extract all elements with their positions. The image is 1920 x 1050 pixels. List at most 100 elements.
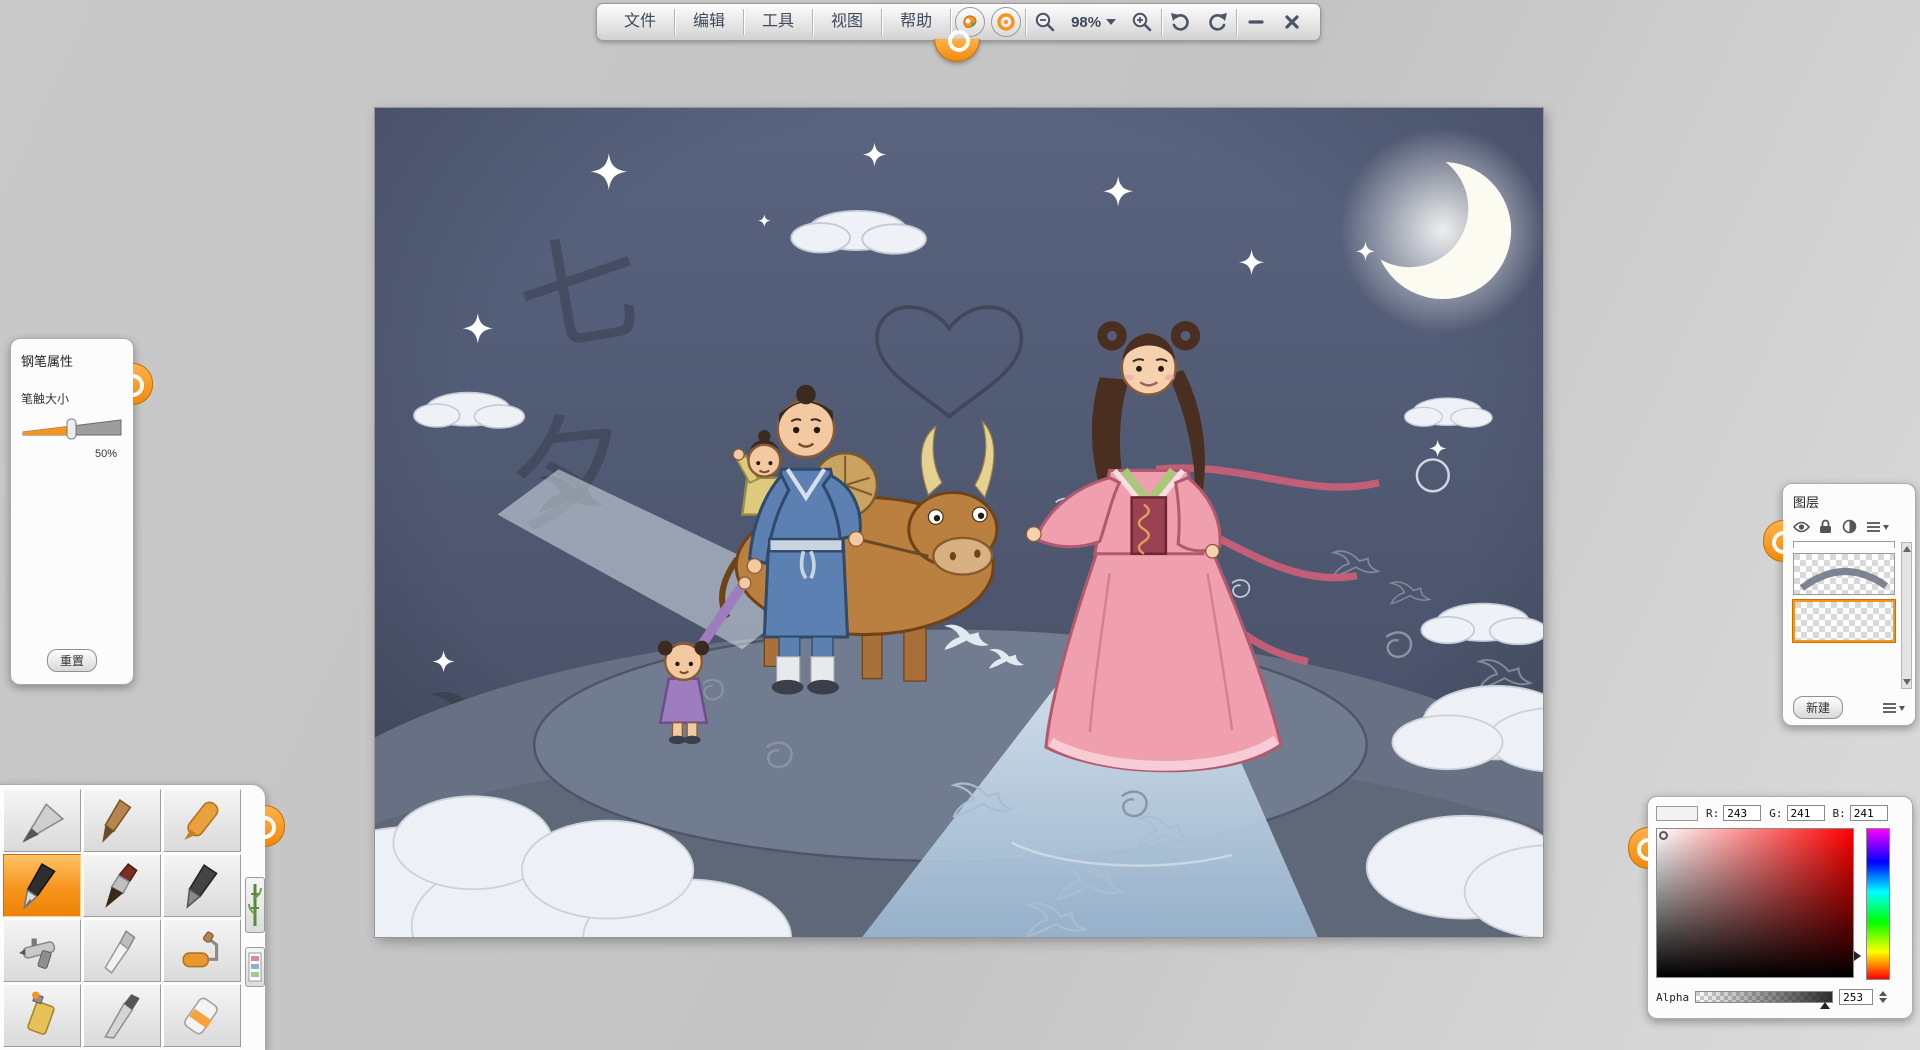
eraser-icon	[184, 997, 218, 1034]
paper-presets-button[interactable]	[245, 947, 265, 987]
chevron-down-icon	[1106, 19, 1117, 25]
ink-pen-icon	[23, 862, 56, 910]
tool-paint-roller[interactable]	[163, 919, 241, 982]
green-label: G:	[1769, 806, 1783, 820]
tool-eraser[interactable]	[163, 984, 241, 1047]
alpha-marker-icon	[1820, 1002, 1831, 1009]
painting-canvas[interactable]: 七 夕	[375, 108, 1543, 937]
palette-pod-icon	[963, 15, 977, 28]
new-layer-button[interactable]: 新建	[1793, 696, 1844, 719]
tool-palette-knife[interactable]	[83, 919, 161, 982]
alpha-label: Alpha	[1656, 990, 1690, 1004]
saturation-value-picker[interactable]	[1656, 828, 1861, 978]
minimize-button[interactable]	[1238, 6, 1274, 38]
palette-knife-icon	[104, 929, 136, 974]
color-picker-panel: R: G: B: Alpha	[1628, 796, 1913, 1019]
tool-crayon[interactable]	[163, 789, 241, 852]
airbrush-icon	[19, 938, 56, 969]
tools-panel-pod-handle[interactable]	[265, 805, 285, 847]
brush-size-slider[interactable]	[21, 415, 123, 441]
pen-panel-title: 钢笔属性	[21, 354, 74, 369]
eye-icon	[1793, 521, 1810, 532]
layers-scrollbar[interactable]	[1901, 542, 1912, 689]
undo-icon	[1171, 13, 1189, 31]
contrast-icon	[1842, 519, 1857, 534]
close-icon	[1285, 15, 1299, 29]
paint-roller-icon	[182, 931, 219, 967]
toolbar: 文件 编辑 工具 视图 帮助 98%	[596, 3, 1322, 62]
layers-panel-pod-handle[interactable]	[1763, 520, 1783, 562]
alpha-input[interactable]	[1839, 989, 1874, 1005]
alpha-slider[interactable]	[1695, 991, 1834, 1009]
zoom-in-button[interactable]	[1124, 6, 1160, 38]
alpha-spinner[interactable]	[1879, 991, 1888, 1003]
redo-button[interactable]	[1199, 6, 1235, 38]
tool-paint-tube[interactable]	[3, 984, 81, 1047]
layer-options-menu[interactable]	[1865, 518, 1891, 535]
menu-pod-handle[interactable]	[934, 30, 980, 62]
tool-ink-pen[interactable]	[3, 854, 81, 917]
green-input[interactable]	[1786, 805, 1825, 821]
menu-view[interactable]: 视图	[814, 4, 880, 40]
lock-icon	[1820, 519, 1831, 533]
tool-airbrush[interactable]	[3, 919, 81, 982]
tool-watercolor-brush[interactable]	[83, 789, 161, 852]
layer-lock-button[interactable]	[1817, 518, 1834, 535]
brush-size-label: 笔触大小	[21, 392, 70, 406]
undo-button[interactable]	[1163, 6, 1199, 38]
tool-oil-brush[interactable]	[83, 854, 161, 917]
alpha-row: Alpha	[1656, 989, 1904, 1009]
menu-edit[interactable]: 编辑	[676, 4, 742, 40]
tool-grid	[0, 785, 265, 1050]
crescent-moon	[1339, 127, 1543, 334]
hue-slider[interactable]	[1866, 828, 1890, 980]
close-button[interactable]	[1274, 6, 1310, 38]
menu-list-icon	[1867, 521, 1889, 532]
watercolor-brush-icon	[102, 798, 132, 843]
color-position-marker	[1659, 831, 1668, 840]
tool-felt-pen[interactable]	[163, 854, 241, 917]
menu-tools[interactable]: 工具	[745, 4, 811, 40]
layer-sketch-preview	[1799, 568, 1889, 591]
separator	[674, 9, 676, 35]
tool-presets-button[interactable]	[245, 877, 265, 933]
zoom-level-dropdown[interactable]: 98%	[1063, 14, 1124, 31]
red-input[interactable]	[1723, 805, 1762, 821]
reset-button[interactable]: 重置	[46, 649, 98, 672]
layer-blend-button[interactable]	[1841, 518, 1858, 535]
blue-label: B:	[1832, 806, 1846, 820]
layer-visibility-button[interactable]	[1793, 518, 1810, 535]
menu-help[interactable]: 帮助	[883, 4, 949, 40]
tools-panel	[0, 784, 285, 1050]
layer-thumbnail-partial[interactable]	[1793, 541, 1895, 548]
scroll-up-arrow-icon[interactable]	[1903, 546, 1911, 552]
artrage-workspace: 文件 编辑 工具 视图 帮助 98% 七 夕 钢笔属性 笔触大小 50% 重置 …	[0, 0, 1920, 1050]
crayon-icon	[184, 801, 219, 840]
painting-knife-icon	[104, 993, 140, 1039]
picker-row	[1656, 828, 1904, 980]
zoom-out-button[interactable]	[1027, 6, 1063, 38]
menu-file[interactable]: 文件	[607, 4, 673, 40]
layer-thumbnail-paint-selected[interactable]	[1793, 600, 1895, 642]
layer-thumbnail-sketch[interactable]	[1793, 553, 1895, 595]
color-panel-pod-handle[interactable]	[1628, 827, 1648, 869]
tool-painting-knife[interactable]	[83, 984, 161, 1047]
spin-down-icon[interactable]	[1879, 998, 1888, 1003]
zoom-in-icon	[1132, 12, 1152, 32]
blue-input[interactable]	[1849, 805, 1888, 821]
redo-icon	[1209, 13, 1228, 31]
sticker-sheet-icon	[248, 952, 262, 982]
red-label: R:	[1706, 806, 1720, 820]
layers-menu-button[interactable]	[1881, 699, 1907, 716]
scroll-down-arrow-icon[interactable]	[1903, 679, 1911, 685]
spin-up-icon[interactable]	[1879, 991, 1888, 996]
separator	[1025, 9, 1027, 35]
tracing-button[interactable]	[991, 7, 1022, 37]
tool-pencil[interactable]	[3, 789, 81, 852]
paint-tube-icon	[27, 991, 55, 1035]
layers-toolbar	[1793, 518, 1907, 535]
separator	[812, 9, 814, 35]
pen-panel-pod-handle[interactable]	[133, 363, 153, 405]
brush-size-value: 50%	[94, 448, 117, 460]
current-color-swatch	[1656, 805, 1698, 821]
